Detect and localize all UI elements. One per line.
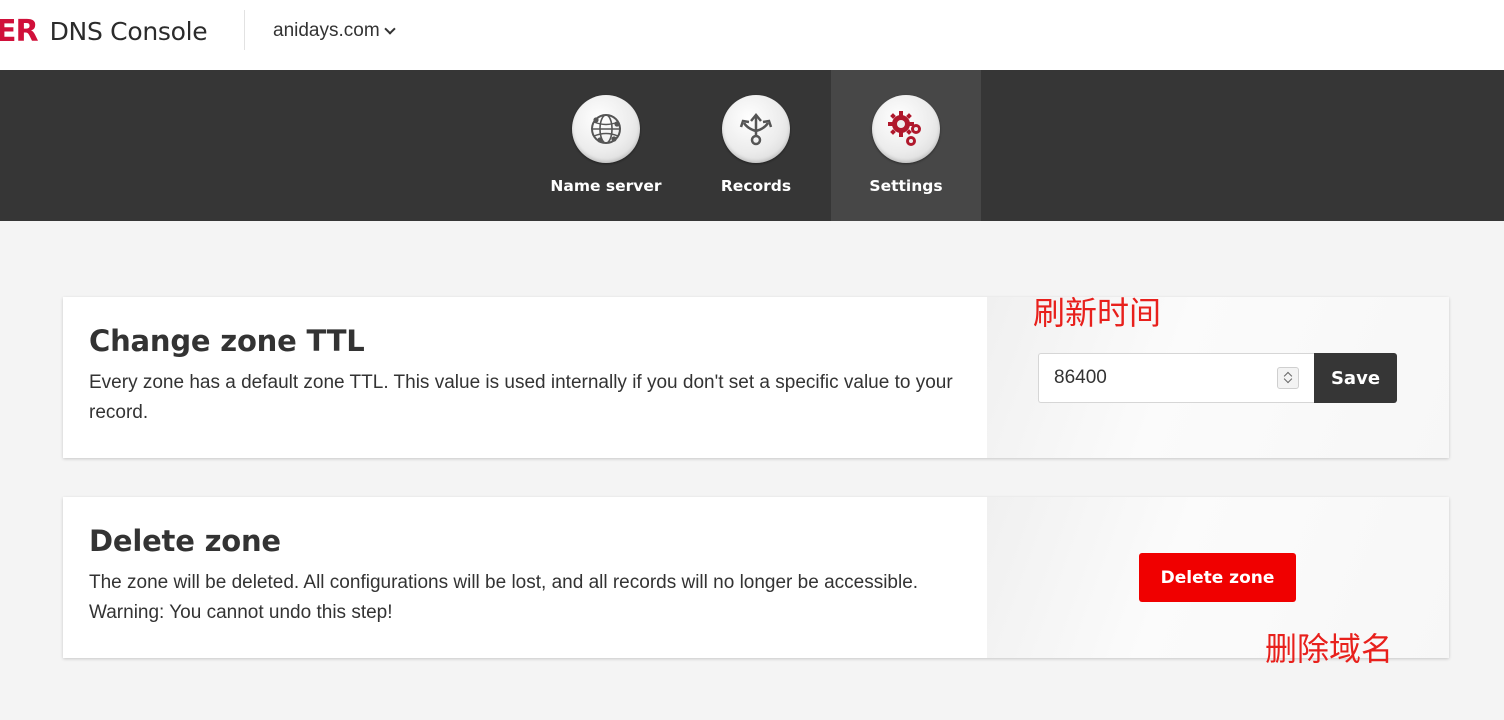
delete-annotation: 删除域名: [1265, 630, 1394, 668]
ttl-annotation: 刷新时间: [1033, 294, 1162, 332]
ttl-card-description: Every zone has a default zone TTL. This …: [89, 372, 953, 423]
tab-label: Records: [720, 177, 792, 195]
save-button[interactable]: Save: [1314, 353, 1397, 403]
tab-label: Settings: [869, 177, 943, 195]
ttl-stepper[interactable]: [1277, 367, 1299, 389]
domain-name: anidays.com: [273, 20, 380, 41]
delete-card-info: Delete zone The zone will be deleted. Al…: [63, 497, 987, 658]
delete-card-title: Delete zone: [89, 524, 281, 558]
gears-icon: [872, 95, 940, 163]
tab-label: Name server: [550, 177, 662, 195]
tab-name-server[interactable]: Name server: [531, 70, 681, 221]
section-nav: Name server Records Settings: [0, 70, 1504, 221]
ttl-card-title: Change zone TTL: [89, 324, 365, 358]
chevron-down-icon: [384, 23, 396, 35]
app-title: DNS Console: [49, 16, 208, 46]
brand[interactable]: ER DNS Console: [0, 13, 208, 49]
ttl-card-info: Change zone TTL Every zone has a default…: [63, 297, 987, 458]
header-divider: [244, 10, 245, 50]
delete-zone-button[interactable]: Delete zone: [1139, 553, 1296, 602]
ttl-card: Change zone TTL Every zone has a default…: [63, 297, 1449, 458]
domain-selector[interactable]: anidays.com: [273, 18, 396, 44]
tab-records[interactable]: Records: [681, 70, 831, 221]
top-bar: ER DNS Console anidays.com: [0, 0, 1504, 70]
delete-card-description: The zone will be deleted. All configurat…: [89, 572, 919, 623]
delete-card: Delete zone The zone will be deleted. Al…: [63, 497, 1449, 658]
ttl-input[interactable]: [1038, 353, 1314, 403]
globe-network-icon: [572, 95, 640, 163]
tab-settings[interactable]: Settings: [831, 70, 981, 221]
branch-arrows-icon: [722, 95, 790, 163]
brand-logo: ER: [0, 13, 39, 49]
